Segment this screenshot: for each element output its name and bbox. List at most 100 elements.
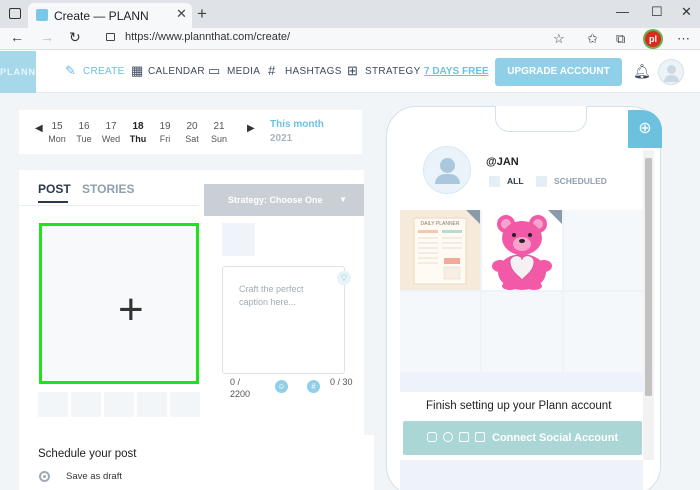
checkbox-icon (536, 176, 547, 187)
save-draft-label: Save as draft (66, 471, 122, 482)
back-icon[interactable]: ← (10, 29, 24, 45)
profile-avatar-placeholder (423, 146, 471, 194)
svg-text:DAILY PLANNER: DAILY PLANNER (421, 221, 460, 227)
checkbox-icon (489, 176, 500, 187)
grid-cell-empty[interactable] (564, 292, 644, 372)
caption-placeholder: Craft the perfect caption here... (239, 284, 304, 307)
day-19[interactable]: 19 Fri (153, 121, 177, 144)
folder-icon: ▭ (208, 63, 221, 78)
grid-cell-empty[interactable] (400, 292, 480, 372)
strategy-dropdown[interactable]: Strategy: Choose One ▼ (204, 184, 364, 216)
linkedin-icon (459, 432, 469, 442)
tab-title: Create — PLANN (54, 9, 149, 23)
avatar-body (664, 75, 679, 82)
facebook-icon (443, 432, 453, 442)
free-trial-link[interactable]: 7 DAYS FREE (424, 66, 489, 77)
chevron-down-icon: ▼ (339, 195, 347, 204)
media-thumb-slot[interactable] (38, 392, 68, 417)
radio-dot (43, 475, 46, 478)
selected-thumbnail[interactable] (222, 223, 255, 256)
plann-logo[interactable]: PLANN (0, 51, 36, 93)
profile-avatar[interactable]: pl (645, 31, 661, 47)
emoji-icon[interactable]: ☺ (275, 380, 288, 393)
pencil-icon: ✎ (65, 63, 76, 78)
this-month-link[interactable]: This month (270, 119, 324, 130)
nav-media[interactable]: MEDIA (227, 66, 260, 77)
year-label: 2021 (270, 133, 293, 144)
favorites-bar-icon[interactable]: ✩ (587, 31, 598, 47)
next-week-icon[interactable]: ▶ (247, 123, 255, 134)
character-count: 0 / 2200 (230, 377, 251, 399)
teddy-bear-image (482, 210, 562, 290)
media-thumb-slot[interactable] (137, 392, 167, 417)
grid-post-teddy-bear[interactable] (482, 210, 562, 290)
save-draft-radio[interactable] (39, 471, 50, 482)
day-18-selected[interactable]: 18 Thu (126, 121, 150, 144)
minimize-icon[interactable]: — (616, 4, 629, 19)
day-17[interactable]: 17 Wed (99, 121, 123, 144)
grid-post-planner[interactable]: DAILY PLANNER (400, 210, 480, 290)
hashtag-picker-icon[interactable]: # (307, 380, 320, 393)
grid-cell-empty[interactable] (564, 210, 644, 290)
address-bar-row: ← → ↻ https://www.plannthat.com/create/ … (0, 28, 700, 50)
filter-scheduled-button[interactable]: SCHEDULED (532, 173, 607, 190)
tab-close-icon[interactable]: ✕ (176, 6, 187, 22)
caption-textarea[interactable]: Craft the perfect caption here... (222, 266, 345, 374)
avatar-body (435, 174, 460, 184)
avatar-head (667, 65, 676, 74)
browser-tab[interactable]: Create — PLANN ✕ (28, 3, 192, 28)
tab-underline (38, 201, 68, 203)
calendar-icon: ▦ (131, 63, 144, 78)
upgrade-account-button[interactable]: UPGRADE ACCOUNT (495, 58, 622, 86)
plann-favicon-icon (36, 9, 48, 21)
lightbulb-icon[interactable]: 💡︎ (337, 271, 351, 285)
tab-divider (19, 205, 199, 206)
nav-create[interactable]: CREATE (83, 66, 125, 77)
new-tab-icon[interactable]: + (197, 4, 207, 24)
maximize-icon[interactable]: ☐ (651, 4, 663, 20)
bell-icon[interactable]: 🔔︎ (633, 63, 651, 80)
day-15[interactable]: 15 Mon (45, 121, 69, 144)
planner-image: DAILY PLANNER (400, 210, 480, 290)
url-field[interactable]: https://www.plannthat.com/create/ (125, 31, 290, 43)
connect-social-account-button[interactable]: Connect Social Account (403, 421, 642, 455)
day-20[interactable]: 20 Sat (180, 121, 204, 144)
grid-icon: ⊞ (347, 63, 358, 78)
avatar-head (440, 158, 455, 173)
tab-stories[interactable]: STORIES (82, 182, 134, 196)
user-avatar[interactable] (658, 59, 684, 85)
forward-icon[interactable]: → (40, 29, 54, 45)
nav-strategy[interactable]: STRATEGY (365, 66, 421, 77)
more-icon[interactable]: ⋯ (677, 31, 690, 47)
instagram-icon (427, 432, 437, 442)
tiktok-icon (475, 432, 485, 442)
add-media-plus-icon[interactable]: + (118, 288, 144, 332)
collections-icon[interactable]: ⧉ (616, 31, 625, 47)
scrollbar-thumb[interactable] (645, 158, 652, 396)
filter-all-button[interactable]: ALL (485, 173, 524, 190)
nav-calendar[interactable]: CALENDAR (148, 66, 205, 77)
nav-hashtags[interactable]: HASHTAGS (285, 66, 342, 77)
lock-icon (106, 33, 115, 41)
post-editor-card: POST STORIES Strategy: Choose One ▼ + Cra… (19, 170, 364, 435)
schedule-title: Schedule your post (38, 448, 137, 460)
prev-week-icon[interactable]: ◀ (35, 123, 43, 134)
reload-icon[interactable]: ↻ (69, 29, 81, 46)
media-thumb-slot[interactable] (104, 392, 134, 417)
favorite-icon[interactable]: ☆ (553, 31, 565, 47)
hashtag-count: 0 / 30 (330, 377, 353, 387)
preview-grid-lower (400, 460, 643, 490)
date-strip: ◀ 15 Mon 16 Tue 17 Wed 18 Thu 19 Fri 20 Sat 21… (19, 110, 362, 154)
app-header: PLANN ✎ CREATE ▦ CALENDAR ▭ MEDIA # HASH… (0, 51, 700, 93)
day-16[interactable]: 16 Tue (72, 121, 96, 144)
media-drop-zone[interactable]: + (39, 223, 199, 384)
window-menu-icon[interactable] (9, 8, 21, 19)
grid-cell-empty[interactable] (482, 292, 562, 372)
day-21[interactable]: 21 Sun (207, 121, 231, 144)
tab-post[interactable]: POST (38, 182, 71, 196)
zoom-in-icon[interactable]: ⊕ (628, 110, 662, 148)
media-thumb-slot[interactable] (71, 392, 101, 417)
browser-tab-bar: Create — PLANN ✕ + — ☐ ✕ (0, 0, 700, 28)
media-thumb-slot[interactable] (170, 392, 200, 417)
close-window-icon[interactable]: ✕ (681, 4, 692, 20)
